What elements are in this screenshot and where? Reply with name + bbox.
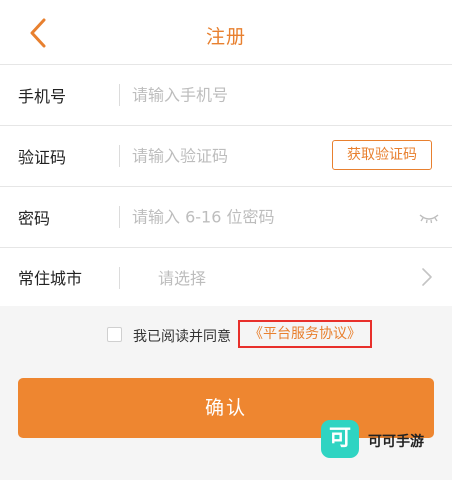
watermark-text: 可可手游	[368, 434, 424, 450]
city-select[interactable]: 请选择	[158, 265, 206, 289]
register-form: 手机号 验证码 获取验证码 密码 常住城市 请选择	[0, 65, 452, 306]
divider	[119, 145, 120, 167]
city-label: 常住城市	[18, 269, 83, 288]
code-row: 验证码 获取验证码	[0, 126, 452, 187]
agreement-link[interactable]: 《平台服务协议》	[238, 320, 372, 348]
phone-row: 手机号	[0, 65, 452, 126]
password-input[interactable]	[132, 207, 402, 227]
divider	[119, 84, 120, 106]
confirm-button[interactable]: 确认	[18, 378, 434, 438]
divider	[119, 206, 120, 228]
watermark-logo-icon: 可	[321, 420, 359, 458]
password-row: 密码	[0, 187, 452, 248]
agreement-checkbox[interactable]	[107, 327, 122, 342]
phone-label: 手机号	[18, 87, 67, 106]
chevron-right-icon	[422, 268, 432, 286]
password-label: 密码	[18, 209, 51, 228]
city-row[interactable]: 常住城市 请选择	[0, 248, 452, 306]
eye-closed-icon[interactable]	[418, 207, 440, 227]
code-label: 验证码	[18, 148, 67, 167]
divider	[119, 267, 120, 289]
phone-input[interactable]	[132, 85, 322, 105]
code-input[interactable]	[132, 146, 322, 166]
agreement-text: 我已阅读并同意	[133, 329, 231, 345]
top-nav-bar: 注册	[0, 0, 452, 65]
get-code-button[interactable]: 获取验证码	[332, 140, 432, 170]
page-title: 注册	[205, 26, 246, 48]
